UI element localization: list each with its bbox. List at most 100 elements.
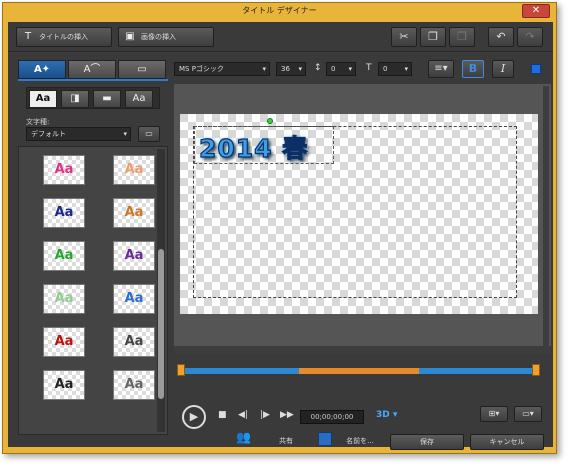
save-as-icon xyxy=(318,432,332,446)
title-text[interactable]: 2014 春 xyxy=(198,129,308,165)
redo-button[interactable]: ↷ xyxy=(517,27,543,47)
chevron-down-icon: ▾ xyxy=(348,65,352,73)
tab-text-motion[interactable]: A⌒ xyxy=(68,60,116,79)
line-spacing-value: 0 xyxy=(331,65,336,73)
style-panel: A✦ A⌒ ▭ Aa ◨ ▬ Aa 文字種: デフォルト ▾ ▭ Aa Aa Aa A… xyxy=(18,60,168,435)
char-spacing-value: 0 xyxy=(383,65,388,73)
toolbar: T タイトルの挿入 ▣ 画像の挿入 ✂ ❐ ❐ ↶ ↷ xyxy=(8,22,553,52)
font-style-edit-button[interactable]: ▭ xyxy=(138,126,160,142)
font-style-dropdown[interactable]: デフォルト ▾ xyxy=(26,127,131,141)
font-name-dropdown[interactable]: MS Pゴシック ▾ xyxy=(174,62,270,76)
font-size-value: 36 xyxy=(281,65,290,73)
font-name-value: MS Pゴシック xyxy=(179,65,224,73)
chevron-down-icon: ▾ xyxy=(404,65,408,73)
style-shadow-button[interactable]: ◨ xyxy=(61,90,89,108)
timecode-display[interactable]: 00;00;00;00 xyxy=(300,410,364,424)
style-preset-item[interactable]: Aa xyxy=(113,327,155,357)
3d-label: 3D xyxy=(376,410,390,420)
preview-vscrollbar[interactable] xyxy=(543,86,549,346)
footer-buttons: 👥 共有 名前を... 保存 キャンセル xyxy=(8,430,553,450)
paste-button[interactable]: ❐ xyxy=(449,27,475,47)
style-outline-button[interactable]: Aa xyxy=(125,90,153,108)
3d-mode-button[interactable]: 3D ▾ xyxy=(376,410,397,420)
tab-backgrounds[interactable]: ▭ xyxy=(118,60,166,79)
style-preset-item[interactable]: Aa xyxy=(43,198,85,228)
next-frame-button[interactable]: |▶ xyxy=(260,410,270,420)
insert-title-button[interactable]: T タイトルの挿入 xyxy=(16,27,112,47)
style-preset-item[interactable]: Aa xyxy=(43,284,85,314)
style-type-group: Aa ◨ ▬ Aa xyxy=(26,87,160,109)
font-size-dropdown[interactable]: 36 ▾ xyxy=(276,62,306,76)
text-color-swatch[interactable] xyxy=(531,64,541,74)
save-as-button[interactable]: 名前を... xyxy=(338,434,382,450)
title-designer-window: タイトル デザイナー ✕ T タイトルの挿入 ▣ 画像の挿入 ✂ ❐ ❐ ↶ ↷ A… xyxy=(2,2,557,454)
close-button[interactable]: ✕ xyxy=(522,4,550,18)
style-preset-item[interactable]: Aa xyxy=(113,155,155,185)
align-icon: ≡▾ xyxy=(434,63,448,74)
share-icon: 👥 xyxy=(236,430,251,444)
cut-button[interactable]: ✂ xyxy=(391,27,417,47)
undo-icon: ↶ xyxy=(496,30,506,43)
cancel-button[interactable]: キャンセル xyxy=(470,434,544,450)
tab-text-styles[interactable]: A✦ xyxy=(18,60,66,79)
chevron-down-icon: ▾ xyxy=(298,65,302,73)
timeline xyxy=(174,358,551,396)
window-title: タイトル デザイナー xyxy=(242,6,317,15)
style-border-button[interactable]: ▬ xyxy=(93,90,121,108)
italic-button[interactable]: I xyxy=(492,60,514,78)
style-preset-item[interactable]: Aa xyxy=(43,155,85,185)
app-body: T タイトルの挿入 ▣ 画像の挿入 ✂ ❐ ❐ ↶ ↷ A✦ A⌒ ▭ Aa ◨ ▬ xyxy=(8,22,553,450)
align-dropdown[interactable]: ≡▾ xyxy=(428,60,454,78)
share-button[interactable]: 共有 xyxy=(264,434,308,450)
border-box-icon: ▬ xyxy=(102,93,112,104)
insert-image-label: 画像の挿入 xyxy=(141,33,176,41)
preview-canvas[interactable]: 2014 春 xyxy=(180,114,538,314)
display-options-button[interactable]: ▭▾ xyxy=(514,406,542,422)
text-icon: T xyxy=(24,31,32,42)
char-spacing-icon: T xyxy=(366,63,372,73)
timeline-track[interactable] xyxy=(179,368,537,374)
trim-end-handle[interactable] xyxy=(532,364,540,376)
font-toolbar: MS Pゴシック ▾ 36 ▾ ↕ 0 ▾ T 0 ▾ ≡▾ B I xyxy=(174,60,553,80)
copy-icon: ❐ xyxy=(428,30,438,43)
style-preset-item[interactable]: Aa xyxy=(43,370,85,400)
preview-area: 2014 春 xyxy=(174,84,551,354)
redo-icon: ↷ xyxy=(525,30,535,43)
copy-button[interactable]: ❐ xyxy=(420,27,446,47)
line-spacing-dropdown[interactable]: 0 ▾ xyxy=(326,62,356,76)
style-preset-item[interactable]: Aa xyxy=(113,241,155,271)
style-preset-item[interactable]: Aa xyxy=(113,198,155,228)
line-spacing-icon: ↕ xyxy=(314,63,322,73)
bold-button[interactable]: B xyxy=(462,60,484,78)
shadow-box-icon: ◨ xyxy=(70,93,80,104)
play-icon: ▶ xyxy=(189,410,199,423)
prev-frame-button[interactable]: ◀| xyxy=(238,410,248,420)
grid-options-button[interactable]: ⊞▾ xyxy=(480,406,508,422)
scrollbar-thumb[interactable] xyxy=(158,249,164,399)
undo-button[interactable]: ↶ xyxy=(488,27,514,47)
style-preset-item[interactable]: Aa xyxy=(113,370,155,400)
player-controls: ▶ ■ ◀| |▶ ▶▶ 00;00;00;00 3D ▾ ⊞▾ ▭▾ xyxy=(174,402,551,432)
stop-button[interactable]: ■ xyxy=(218,410,227,420)
style-preset-item[interactable]: Aa xyxy=(113,284,155,314)
presets-scrollbar[interactable] xyxy=(157,149,165,432)
monitor-icon: ▭▾ xyxy=(522,409,534,418)
chevron-down-icon: ▾ xyxy=(123,130,127,138)
style-presets-list: Aa Aa Aa Aa Aa Aa Aa Aa Aa Aa Aa Aa xyxy=(18,146,168,435)
grid-icon: ⊞▾ xyxy=(488,409,500,418)
preview-hscrollbar[interactable] xyxy=(174,346,551,354)
insert-title-label: タイトルの挿入 xyxy=(39,33,88,41)
trim-start-handle[interactable] xyxy=(177,364,185,376)
play-button[interactable]: ▶ xyxy=(182,405,206,429)
style-preset-item[interactable]: Aa xyxy=(43,241,85,271)
save-button[interactable]: 保存 xyxy=(390,434,464,450)
style-face-button[interactable]: Aa xyxy=(29,90,57,108)
scissors-icon: ✂ xyxy=(399,30,409,43)
style-preset-item[interactable]: Aa xyxy=(43,327,85,357)
rotate-handle[interactable] xyxy=(267,118,273,124)
char-spacing-dropdown[interactable]: 0 ▾ xyxy=(378,62,412,76)
insert-image-button[interactable]: ▣ 画像の挿入 xyxy=(118,27,214,47)
panel-tabs: A✦ A⌒ ▭ xyxy=(18,60,168,79)
title-text-box[interactable]: 2014 春 xyxy=(194,126,334,164)
fast-forward-button[interactable]: ▶▶ xyxy=(280,410,294,420)
